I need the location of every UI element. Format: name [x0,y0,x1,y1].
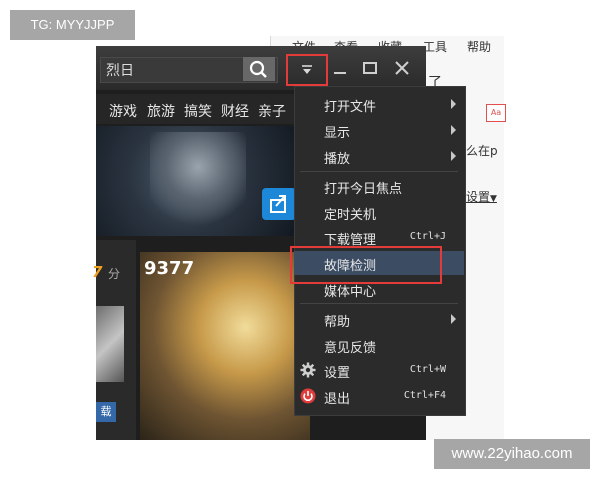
banner-artwork [150,132,246,232]
menu-item-label: 意见反馈 [324,341,377,356]
menu-item-label: 帮助 [324,315,351,330]
gear-icon [300,362,316,378]
category-tab-travel[interactable]: 旅游 [147,101,175,121]
menu-item-shortcut: Ctrl+J [409,231,446,242]
share-icon [270,195,286,213]
menu-item-feedback[interactable]: 意见反馈 [294,333,464,357]
chevron-right-icon [451,125,456,135]
menu-item-help[interactable]: 帮助 [294,307,464,331]
search-icon [249,60,267,78]
search-button[interactable] [243,57,275,81]
chevron-right-icon [451,99,456,109]
menu-item-label: 打开今日焦点 [324,182,403,197]
menu-button-highlight-frame [286,54,328,86]
menu-item-settings[interactable]: 设置 Ctrl+W [294,358,464,382]
category-tab-games[interactable]: 游戏 [109,101,137,121]
bg-menu-tools[interactable]: 工具 [423,38,447,55]
close-button[interactable] [394,60,410,80]
category-tab-funny[interactable]: 搞笑 [184,101,212,121]
menu-item-display[interactable]: 显示 [294,118,464,142]
corner-tag: TG: MYYJJPP [10,10,135,40]
game-logo: 9377 [144,258,195,279]
thumbnail-action-button[interactable]: 载 [96,402,116,422]
menu-item-shortcut: Ctrl+W [409,364,446,375]
chevron-right-icon [451,314,456,324]
menu-item-shortcut: Ctrl+F4 [403,390,446,401]
menu-separator [300,303,458,304]
maximize-button[interactable] [362,60,378,80]
menu-item-label: 设置 [324,366,351,381]
search-input-value: 烈日 [106,63,134,79]
menu-item-label: 定时关机 [324,208,377,223]
video-thumbnail[interactable] [96,306,124,382]
bg-snippet-2: 么在p [466,144,498,158]
power-icon [300,388,316,404]
maximize-icon [363,62,377,74]
minimize-button[interactable] [332,60,348,80]
menu-item-open-file[interactable]: 打开文件 [294,92,464,116]
score-value: 7 [92,263,103,281]
game-promo-image[interactable] [140,252,310,440]
menu-item-scheduled-shutdown[interactable]: 定时关机 [294,200,464,224]
category-tab-parenting[interactable]: 亲子 [258,101,286,121]
score-unit: 分 [108,267,121,281]
menu-separator [300,171,458,172]
minimize-icon [334,72,346,74]
bg-settings-link[interactable]: 设置▼ [466,188,497,205]
menu-item-playback[interactable]: 播放 [294,144,464,168]
menu-item-label: 退出 [324,392,351,407]
site-watermark: www.22yihao.com [434,439,590,469]
menu-item-exit[interactable]: 退出 Ctrl+F4 [294,384,464,408]
close-icon [395,61,409,75]
bg-menu-help[interactable]: 帮助 [467,38,491,55]
share-button[interactable] [262,188,296,220]
menu-item-today-focus[interactable]: 打开今日焦点 [294,174,464,198]
menu-item-label: 播放 [324,152,351,167]
caret-down-icon: ▼ [490,194,497,204]
menu-item-label: 显示 [324,126,351,141]
bg-badge: Aa [486,104,506,122]
menu-item-label: 打开文件 [324,100,377,115]
bg-settings-label: 设置 [466,190,491,204]
category-tab-finance[interactable]: 财经 [221,101,249,121]
troubleshoot-highlight-frame [290,246,442,284]
chevron-right-icon [451,151,456,161]
